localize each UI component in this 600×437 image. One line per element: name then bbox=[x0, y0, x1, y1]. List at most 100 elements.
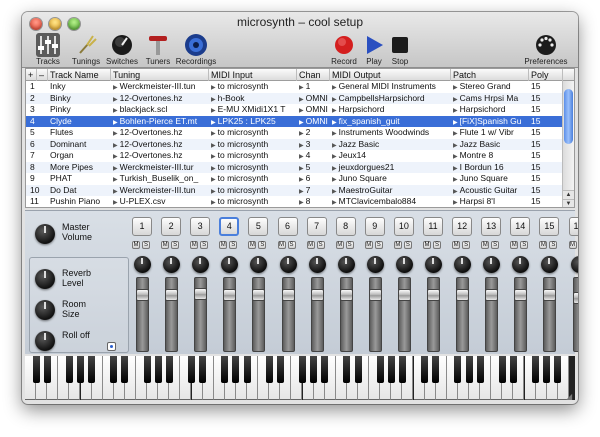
channel-button-2[interactable]: 2 bbox=[161, 217, 182, 236]
black-key[interactable] bbox=[387, 356, 395, 383]
popup-arrow-icon[interactable]: ▶ bbox=[113, 120, 118, 126]
black-key[interactable] bbox=[65, 356, 73, 383]
volume-fader-track[interactable] bbox=[456, 277, 470, 352]
table-row[interactable]: 2 Binky ▶ 12-Overtones.hz ▶ h-Book ▶ OMNI ▶ Campb… bbox=[26, 92, 563, 104]
solo-button[interactable]: S bbox=[287, 241, 296, 249]
black-key[interactable] bbox=[77, 356, 84, 383]
pan-knob[interactable] bbox=[221, 256, 239, 273]
mute-button[interactable]: M bbox=[335, 241, 344, 249]
black-key[interactable] bbox=[498, 356, 506, 383]
popup-arrow-icon[interactable]: ▶ bbox=[299, 143, 304, 149]
room-size-knob[interactable] bbox=[35, 300, 55, 320]
volume-fader-track[interactable] bbox=[397, 277, 411, 352]
table-cell[interactable]: ▶ 12-Overtones.hz bbox=[111, 127, 209, 138]
table-row[interactable]: 3 Pinky ▶ blackjack.scl ▶ E-MU XMidi1X1 T ▶ OMN… bbox=[26, 104, 563, 115]
table-cell[interactable]: ▶ Montre 8 bbox=[451, 150, 529, 161]
popup-arrow-icon[interactable]: ▶ bbox=[299, 189, 304, 195]
table-cell[interactable]: ▶ Jazz Basic bbox=[330, 139, 451, 150]
table-cell[interactable]: ▶ Juno Square bbox=[451, 173, 529, 184]
black-key[interactable] bbox=[265, 356, 273, 383]
popup-arrow-icon[interactable]: ▶ bbox=[453, 177, 458, 183]
volume-fader-track[interactable] bbox=[194, 277, 208, 352]
black-key[interactable] bbox=[432, 356, 440, 383]
table-cell[interactable]: ▶ [FiX]Spanish Gu bbox=[451, 116, 529, 127]
channel-button-3[interactable]: 3 bbox=[190, 217, 211, 236]
table-cell[interactable]: ▶ General MIDI Instruments bbox=[330, 81, 451, 92]
scroll-down-icon[interactable]: ▼ bbox=[563, 199, 574, 207]
black-key[interactable] bbox=[532, 356, 540, 383]
popup-arrow-icon[interactable]: ▶ bbox=[211, 200, 216, 206]
table-cell[interactable]: ▶ 4 bbox=[297, 150, 330, 161]
volume-fader-track[interactable] bbox=[572, 277, 578, 352]
popup-arrow-icon[interactable]: ▶ bbox=[332, 200, 337, 206]
black-key[interactable] bbox=[188, 356, 195, 383]
solo-button[interactable]: S bbox=[171, 241, 180, 249]
popup-arrow-icon[interactable]: ▶ bbox=[332, 143, 337, 149]
table-cell[interactable]: ▶ 5 bbox=[297, 162, 330, 173]
solo-button[interactable]: S bbox=[200, 241, 209, 249]
volume-fader-track[interactable] bbox=[543, 277, 557, 352]
pan-knob[interactable] bbox=[366, 256, 384, 273]
table-cell[interactable]: ▶ I Bordun 16 bbox=[451, 162, 529, 173]
mute-button[interactable]: M bbox=[219, 241, 228, 249]
table-cell[interactable]: ▶ Stereo Grand bbox=[451, 81, 529, 92]
table-cell[interactable]: ▶ Jeux14 bbox=[330, 150, 451, 161]
channel-button-16[interactable]: 16 bbox=[568, 217, 578, 236]
volume-fader-handle[interactable] bbox=[456, 289, 470, 301]
table-cell[interactable]: ▶ Cams Hrpsi Ma bbox=[451, 93, 529, 104]
table-cell[interactable]: ▶ MaestroGuitar bbox=[330, 185, 451, 196]
table-cell[interactable]: ▶ 8 bbox=[297, 196, 330, 207]
black-key[interactable] bbox=[509, 356, 517, 383]
channel-button-14[interactable]: 14 bbox=[510, 217, 531, 236]
popup-arrow-icon[interactable]: ▶ bbox=[211, 166, 216, 172]
channel-button-15[interactable]: 15 bbox=[539, 217, 560, 236]
table-cell[interactable]: ▶ 12-Overtones.hz bbox=[111, 150, 209, 161]
black-key[interactable] bbox=[232, 356, 240, 383]
table-cell[interactable]: ▶ 3 bbox=[297, 139, 330, 150]
table-cell[interactable]: ▶ 7 bbox=[297, 185, 330, 196]
pan-knob[interactable] bbox=[134, 256, 151, 273]
table-cell[interactable]: ▶ Harpsichord bbox=[451, 104, 529, 115]
pan-knob[interactable] bbox=[454, 256, 472, 273]
pan-knob[interactable] bbox=[425, 256, 442, 273]
solo-button[interactable]: S bbox=[403, 241, 412, 249]
table-row[interactable]: 9 PHAT ▶ Turkish_Buselik_on_ ▶ to microsynth ▶… bbox=[26, 173, 563, 184]
channel-button-9[interactable]: 9 bbox=[364, 217, 385, 236]
recordings-button[interactable]: Recordings bbox=[174, 32, 218, 68]
volume-fader-handle[interactable] bbox=[572, 292, 578, 304]
black-key[interactable] bbox=[243, 356, 251, 383]
popup-arrow-icon[interactable]: ▶ bbox=[211, 85, 216, 91]
black-key[interactable] bbox=[276, 356, 284, 383]
solo-button[interactable]: S bbox=[549, 241, 558, 249]
table-cell[interactable]: ▶ CampbellsHarpsichord bbox=[330, 93, 451, 104]
column-header[interactable]: Poly bbox=[529, 69, 563, 81]
table-cell[interactable]: ▶ Juno Square bbox=[330, 173, 451, 184]
black-key[interactable] bbox=[143, 356, 151, 383]
column-header[interactable]: MIDI Output bbox=[330, 69, 451, 81]
table-cell[interactable]: ▶ Bohlen-Pierce ET.mt bbox=[111, 116, 209, 127]
channel-button-5[interactable]: 5 bbox=[248, 217, 269, 236]
channel-button-8[interactable]: 8 bbox=[335, 217, 356, 236]
mute-button[interactable]: M bbox=[568, 241, 577, 249]
popup-arrow-icon[interactable]: ▶ bbox=[453, 120, 458, 126]
popup-arrow-icon[interactable]: ▶ bbox=[453, 154, 458, 160]
table-row[interactable]: 7 Organ ▶ 12-Overtones.hz ▶ to microsynth ▶ 4 ▶ J… bbox=[26, 150, 563, 161]
table-row[interactable]: 10 Do Dat ▶ Werckmeister-III.tun ▶ to microsy… bbox=[26, 184, 563, 196]
popup-arrow-icon[interactable]: ▶ bbox=[453, 143, 458, 149]
mute-button[interactable]: M bbox=[132, 241, 140, 249]
mute-button[interactable]: M bbox=[248, 241, 257, 249]
popup-arrow-icon[interactable]: ▶ bbox=[113, 97, 118, 103]
column-header[interactable]: + bbox=[26, 69, 37, 81]
table-cell[interactable]: ▶ 2 bbox=[297, 127, 330, 138]
column-header[interactable]: Chan bbox=[297, 69, 330, 81]
volume-fader-track[interactable] bbox=[165, 277, 179, 352]
black-key[interactable] bbox=[398, 356, 406, 383]
table-cell[interactable]: ▶ Acoustic Guitar bbox=[451, 185, 529, 196]
popup-arrow-icon[interactable]: ▶ bbox=[332, 154, 337, 160]
mute-button[interactable]: M bbox=[539, 241, 548, 249]
table-cell[interactable]: ▶ OMNI bbox=[297, 93, 330, 104]
table-row[interactable]: 1 Inky ▶ Werckmeister-III.tun ▶ to microsynth… bbox=[26, 81, 563, 92]
mute-button[interactable]: M bbox=[393, 241, 402, 249]
popup-arrow-icon[interactable]: ▶ bbox=[211, 108, 216, 114]
black-key[interactable] bbox=[476, 356, 484, 383]
